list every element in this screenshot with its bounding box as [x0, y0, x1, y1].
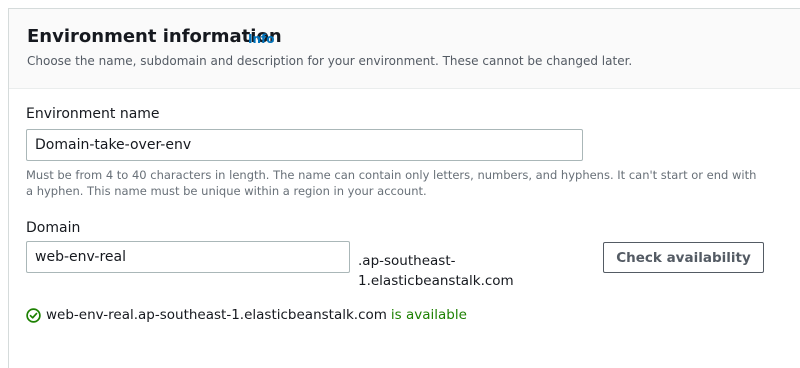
environment-name-input[interactable]: [26, 129, 583, 161]
domain-status-fqdn: web-env-real.ap-southeast-1.elasticbeans…: [46, 307, 387, 323]
domain-input[interactable]: [26, 241, 350, 273]
panel-title: Environment information: [27, 26, 282, 47]
domain-status-text: is available: [390, 307, 467, 323]
environment-name-label: Environment name: [26, 106, 160, 122]
check-circle-icon: [26, 307, 41, 323]
info-link[interactable]: Info: [248, 32, 274, 46]
domain-status: web-env-real.ap-southeast-1.elasticbeans…: [26, 307, 467, 323]
environment-name-hint: Must be from 4 to 40 characters in lengt…: [26, 168, 757, 198]
panel-description: Choose the name, subdomain and descripti…: [27, 54, 633, 68]
domain-suffix: .ap-southeast-1.elasticbeanstalk.com: [358, 253, 514, 289]
domain-label: Domain: [26, 220, 81, 236]
check-availability-button[interactable]: Check availability: [603, 242, 764, 273]
panel-header: Environment information Info Choose the …: [9, 9, 800, 89]
